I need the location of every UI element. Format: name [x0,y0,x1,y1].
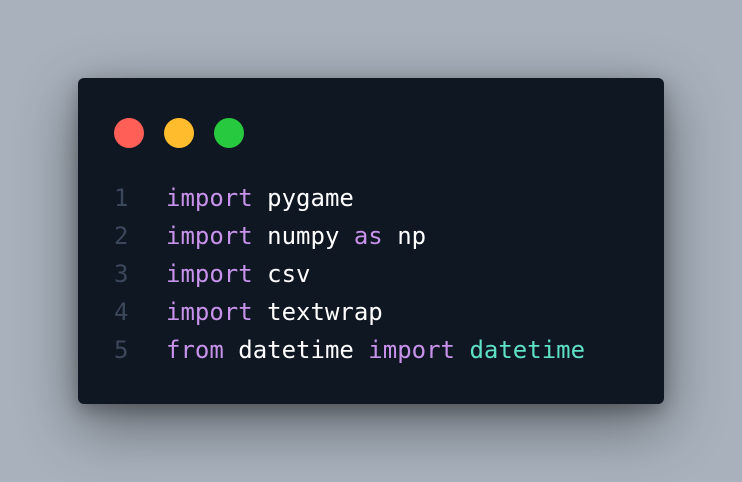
code-token: textwrap [252,298,383,326]
line-number: 4 [114,298,129,326]
code-token: import [166,222,253,250]
code-token: as [353,222,383,250]
code-line: 3 import csv [114,255,585,293]
code-token: from [166,336,224,364]
line-number: 2 [114,222,129,250]
code-token: import [368,336,455,364]
window-controls [114,118,244,148]
line-number: 1 [114,184,129,212]
code-line: 1 import pygame [114,179,585,217]
line-number: 5 [114,336,129,364]
code-token: pygame [252,184,354,212]
close-dot[interactable] [114,118,144,148]
code-token: np [382,222,427,250]
code-block: 1 import pygame 2 import numpy as np 3 i… [114,179,585,369]
code-token: datetime [469,336,586,364]
code-token: csv [252,260,311,288]
code-token: import [166,184,253,212]
line-number: 3 [114,260,129,288]
code-token: import [166,298,253,326]
code-line: 2 import numpy as np [114,217,585,255]
maximize-dot[interactable] [214,118,244,148]
minimize-dot[interactable] [164,118,194,148]
code-line: 4 import textwrap [114,293,585,331]
code-window: 1 import pygame 2 import numpy as np 3 i… [78,78,664,404]
code-token: numpy [252,222,354,250]
code-line: 5 from datetime import datetime [114,331,585,369]
code-token: import [166,260,253,288]
code-token: datetime [223,336,369,364]
